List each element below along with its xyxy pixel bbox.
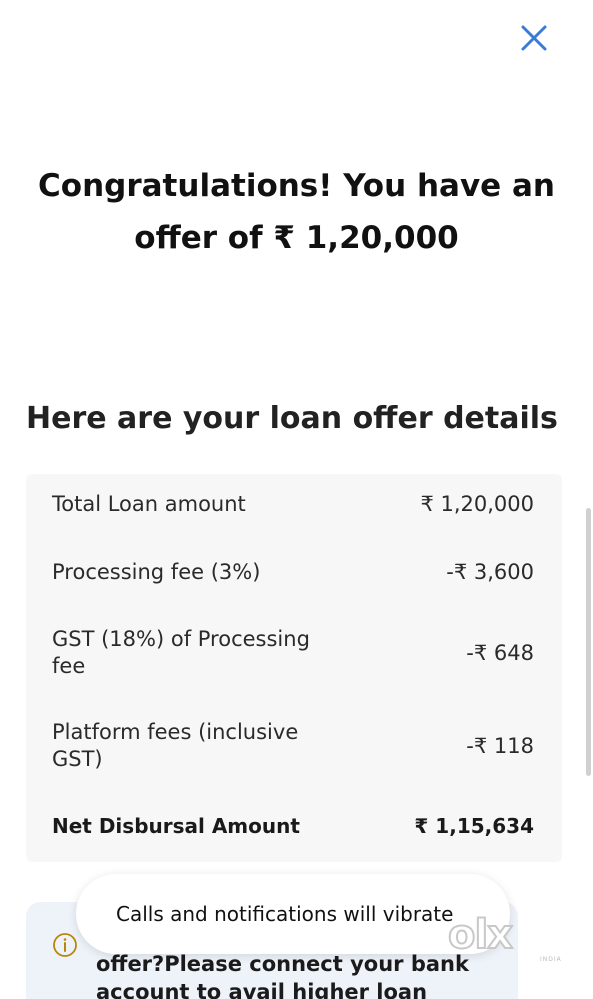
detail-value: -₹ 648 <box>466 640 534 665</box>
net-disbursal-value: ₹ 1,15,634 <box>414 814 534 838</box>
offer-headline: Congratulations! You have an offer of ₹ … <box>38 168 555 256</box>
info-icon <box>53 933 77 957</box>
detail-row-gst: GST (18%) of Processing fee -₹ 648 <box>52 626 534 680</box>
loan-details-card: Total Loan amount ₹ 1,20,000 Processing … <box>26 474 562 862</box>
detail-value: -₹ 3,600 <box>446 560 534 584</box>
scrollbar[interactable] <box>586 508 591 776</box>
detail-row-total-loan: Total Loan amount ₹ 1,20,000 <box>52 491 534 518</box>
detail-value: -₹ 118 <box>466 733 534 758</box>
detail-row-net-disbursal: Net Disbursal Amount ₹ 1,15,634 <box>52 813 534 840</box>
details-title: Here are your loan offer details <box>26 401 558 436</box>
detail-row-processing-fee: Processing fee (3%) -₹ 3,600 <box>52 559 534 586</box>
net-disbursal-label: Net Disbursal Amount <box>52 814 300 838</box>
detail-value: ₹ 1,20,000 <box>420 492 534 516</box>
detail-label: Total Loan amount <box>52 492 246 516</box>
detail-row-platform-fee: Platform fees (inclusive GST) -₹ 118 <box>52 719 534 773</box>
detail-label: Processing fee (3%) <box>52 560 261 584</box>
olx-watermark-logo: olx <box>447 911 514 959</box>
toast-notification: Calls and notifications will vibrate <box>76 874 510 954</box>
olx-watermark-sub: INDIA <box>540 956 562 963</box>
detail-label: GST (18%) of Processing fee <box>52 627 310 678</box>
close-button[interactable] <box>514 18 554 58</box>
close-icon <box>521 25 547 51</box>
detail-label: Platform fees (inclusive GST) <box>52 720 299 771</box>
toast-text: Calls and notifications will vibrate <box>116 902 454 926</box>
